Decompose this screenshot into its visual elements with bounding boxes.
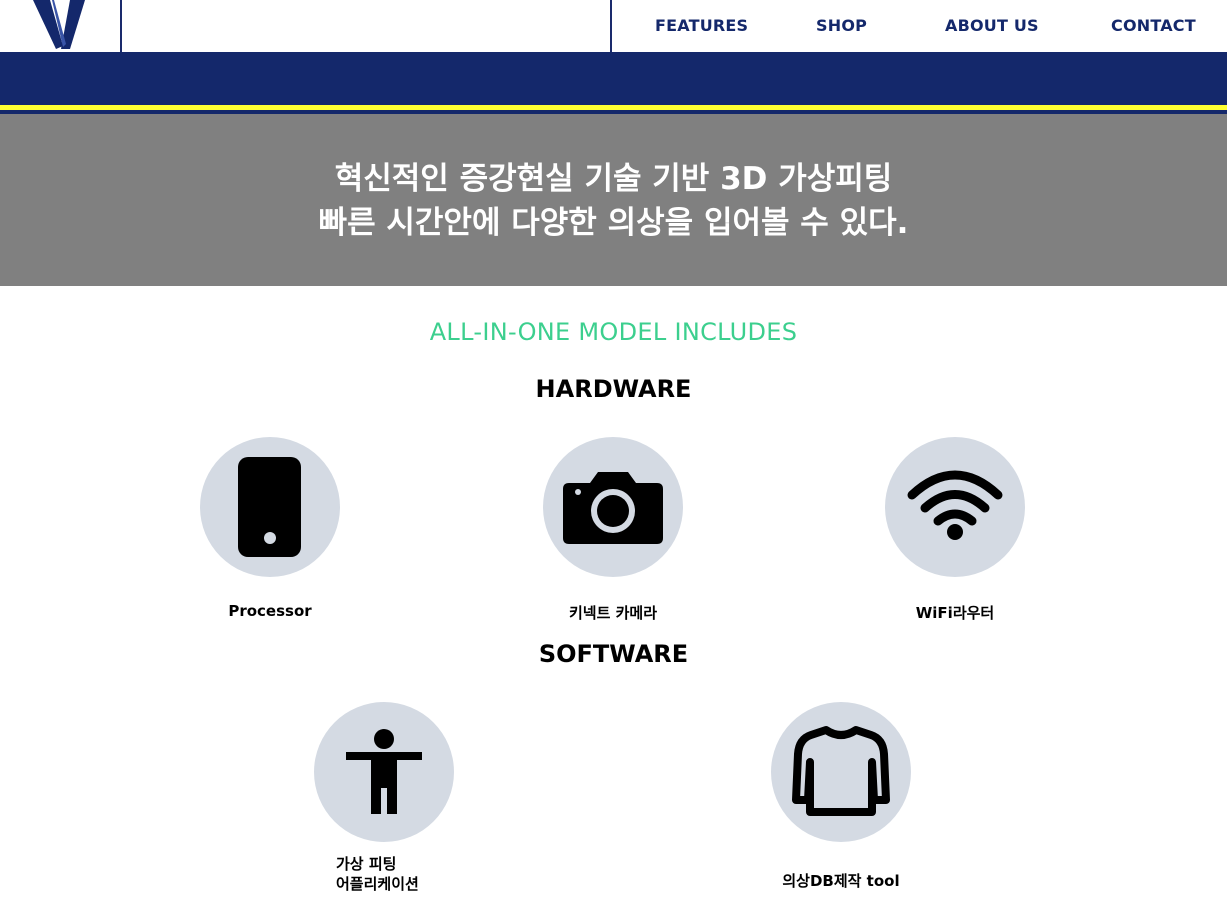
camera-icon <box>563 472 663 544</box>
camera-icon-circle <box>543 437 683 577</box>
header-divider-right <box>610 0 612 52</box>
sweater-icon <box>792 726 890 816</box>
wifi-icon-circle <box>885 437 1025 577</box>
feature-wifi-router: WiFi라우터 <box>835 437 1075 623</box>
wifi-icon <box>907 470 1003 540</box>
virtual-fitting-label-line2: 어플리케이션 <box>336 875 419 893</box>
nav-contact[interactable]: CONTACT <box>1111 16 1196 35</box>
person-icon-circle <box>314 702 454 842</box>
processor-label: Processor <box>228 602 312 620</box>
feature-processor: Processor <box>150 437 390 620</box>
hero-banner: 혁신적인 증강현실 기술 기반 3D 가상피팅 빠른 시간안에 다양한 의상을 … <box>0 114 1227 286</box>
nav-band <box>0 52 1227 105</box>
includes-title: ALL-IN-ONE MODEL INCLUDES <box>429 318 798 346</box>
sweater-icon-circle <box>771 702 911 842</box>
hero-headline-1: 혁신적인 증강현실 기술 기반 3D 가상피팅 <box>334 161 893 197</box>
nav-about-us[interactable]: ABOUT US <box>945 16 1039 35</box>
hero-headline-2: 빠른 시간안에 다양한 의상을 입어볼 수 있다. <box>318 205 909 241</box>
kinect-camera-label: 키넥트 카메라 <box>568 604 658 622</box>
feature-virtual-fitting-app: 가상 피팅 어플리케이션 <box>264 702 504 894</box>
header-divider-left <box>120 0 122 52</box>
smartphone-icon <box>238 457 301 557</box>
wifi-router-label: WiFi라우터 <box>915 604 995 622</box>
processor-icon-circle <box>200 437 340 577</box>
virtual-fitting-label-line1: 가상 피팅 <box>336 855 397 873</box>
feature-clothing-db-tool: 의상DB제작 tool <box>721 702 961 891</box>
v-logo-icon[interactable] <box>30 0 90 52</box>
software-heading: SOFTWARE <box>538 640 689 668</box>
feature-kinect-camera: 키넥트 카메라 <box>493 437 733 623</box>
top-bar: FEATURES SHOP ABOUT US CONTACT <box>0 0 1227 52</box>
virtual-fitting-label: 가상 피팅 어플리케이션 <box>264 854 504 894</box>
nav-features[interactable]: FEATURES <box>655 16 748 35</box>
hardware-heading: HARDWARE <box>535 375 692 403</box>
clothing-db-tool-label: 의상DB제작 tool <box>782 872 900 890</box>
person-icon <box>346 729 422 814</box>
nav-shop[interactable]: SHOP <box>816 16 867 35</box>
